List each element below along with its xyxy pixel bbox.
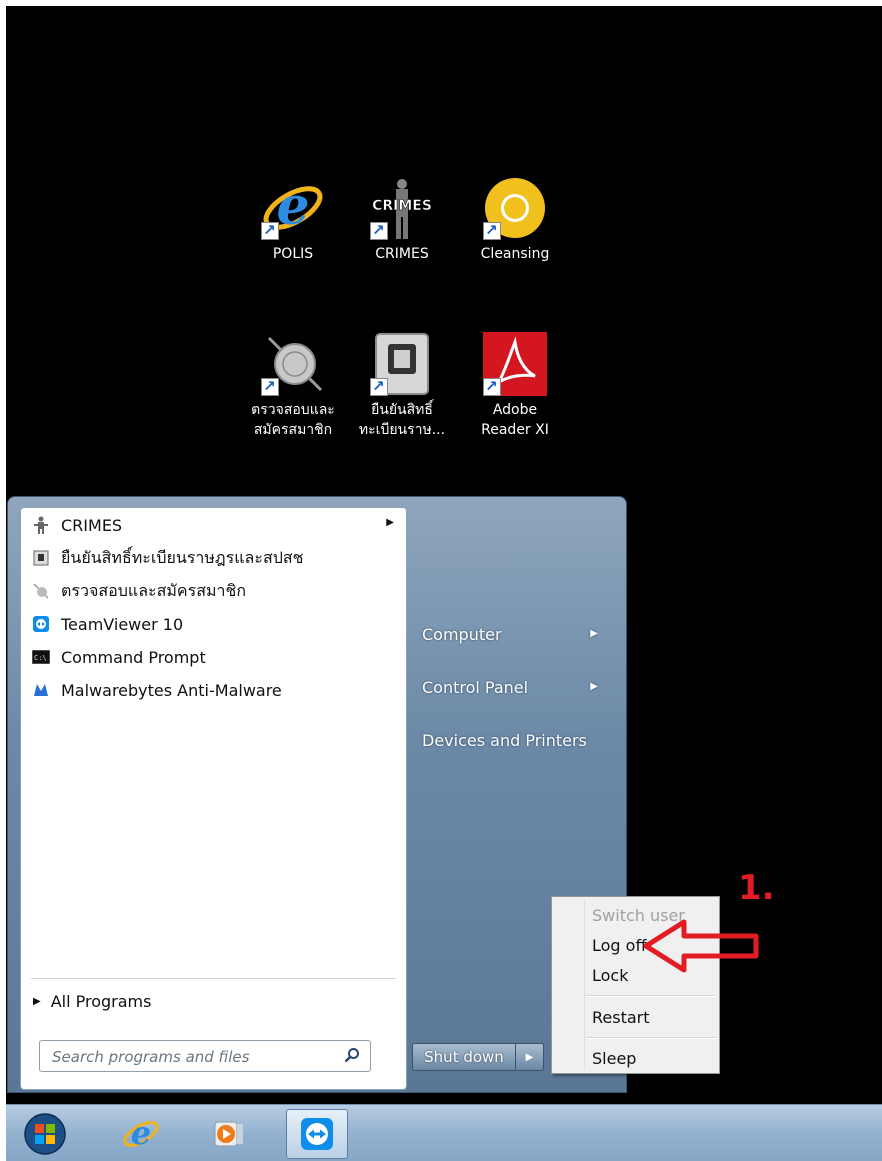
menu-separator: [586, 995, 716, 997]
seal-icon: [31, 582, 51, 600]
menu-separator: [586, 1037, 716, 1039]
desktop-icon-verify-member[interactable]: ตรวจสอบและ สมัครสมาชิก: [238, 330, 348, 440]
program-civil-registration[interactable]: ยืนยันสิทธิ์ทะเบียนราษฎรและสปสช: [25, 543, 400, 573]
annotation-step-number: 1.: [738, 868, 775, 908]
shortcut-arrow-icon: [370, 376, 388, 396]
svg-text:e: e: [276, 176, 309, 237]
desktop-icon-label: Adobe: [492, 402, 538, 418]
command-prompt-icon: C:\: [31, 648, 51, 666]
all-programs-label: All Programs: [50, 991, 152, 1011]
program-malwarebytes[interactable]: Malwarebytes Anti-Malware: [25, 675, 400, 705]
shutdown-label: Shut down: [424, 1048, 504, 1066]
program-label: Command Prompt: [61, 647, 206, 667]
internet-explorer-icon: e: [259, 174, 327, 242]
adobe-reader-icon: [481, 330, 549, 398]
menu-gutter: [584, 900, 585, 1070]
taskbar-teamviewer[interactable]: [286, 1109, 348, 1159]
desktop-icon-label-line2: Reader XI: [481, 422, 549, 438]
menu-item-label: Restart: [592, 1007, 650, 1027]
triangle-right-icon: ▶: [525, 1051, 534, 1063]
all-programs-button[interactable]: ▶ All Programs: [25, 986, 395, 1016]
menu-item-restart[interactable]: Restart: [592, 1004, 716, 1030]
program-label: ตรวจสอบและสมัครสมาชิก: [61, 580, 247, 600]
desktop-icon-label: POLIS: [272, 246, 314, 262]
svg-text:e: e: [131, 1114, 151, 1152]
shortcut-arrow-icon: [261, 376, 279, 396]
malwarebytes-icon: [31, 681, 51, 699]
desktop-icon-label: CRIMES: [375, 246, 429, 262]
start-link-devices-printers[interactable]: Devices and Printers: [422, 723, 612, 757]
crimes-app-icon: CRIMES: [368, 174, 436, 242]
start-menu-programs-pane: CRIMES ▶ ยืนยันสิทธิ์ทะเบียนราษฎรและสปสช…: [20, 507, 407, 1090]
program-label: CRIMES: [61, 515, 123, 535]
program-command-prompt[interactable]: C:\ Command Prompt: [25, 642, 400, 672]
shutdown-options-button[interactable]: ▶: [516, 1043, 544, 1071]
start-link-control-panel[interactable]: Control Panel ▶: [422, 670, 612, 704]
desktop-icon-polis[interactable]: e POLIS: [238, 174, 348, 264]
taskbar: e: [6, 1104, 882, 1161]
desktop-icon-label-line2: สมัครสมาชิก: [253, 422, 333, 438]
crimes-icon: [31, 516, 51, 534]
desktop-icon-cleansing[interactable]: Cleansing: [460, 174, 570, 264]
submenu-arrow-icon: ▶: [590, 681, 598, 692]
submenu-arrow-icon: ▶: [386, 517, 394, 528]
program-label: ยืนยันสิทธิ์ทะเบียนราษฎรและสปสช: [61, 547, 304, 567]
desktop-icon-label: ตรวจสอบและ: [251, 402, 335, 418]
desktop-icon-label: ยืนยันสิทธิ์: [371, 402, 433, 418]
shutdown-button[interactable]: Shut down: [412, 1043, 516, 1071]
start-link-computer[interactable]: Computer ▶: [422, 617, 612, 651]
desktop-icon-civil-registration[interactable]: ยืนยันสิทธิ์ ทะเบียนราษ...: [347, 330, 457, 440]
card-reader-icon: [31, 549, 51, 567]
program-label: Malwarebytes Anti-Malware: [61, 680, 282, 700]
start-orb-icon: [24, 1113, 66, 1155]
separator: [31, 978, 396, 979]
taskbar-media-player[interactable]: [198, 1109, 260, 1159]
search-input[interactable]: [40, 1041, 334, 1073]
shortcut-arrow-icon: [483, 376, 501, 396]
menu-item-sleep[interactable]: Sleep: [592, 1045, 716, 1071]
shortcut-arrow-icon: [483, 220, 501, 240]
card-reader-icon: [368, 330, 436, 398]
start-menu: CRIMES ▶ ยืนยันสิทธิ์ทะเบียนราษฎรและสปสช…: [7, 496, 627, 1093]
program-teamviewer[interactable]: TeamViewer 10: [25, 609, 400, 639]
annotation-arrow-icon: [640, 918, 764, 978]
media-player-icon: [214, 1121, 243, 1147]
desktop-icon-adobe-reader[interactable]: Adobe Reader XI: [460, 330, 570, 440]
seal-icon: [259, 330, 327, 398]
menu-item-label: Log off: [592, 935, 647, 955]
start-link-label: Control Panel: [422, 677, 529, 697]
triangle-right-icon: ▶: [33, 995, 41, 1007]
search-box[interactable]: [39, 1040, 371, 1073]
program-label: TeamViewer 10: [61, 614, 184, 634]
menu-item-label: Sleep: [592, 1048, 637, 1068]
chrome-icon: [481, 174, 549, 242]
desktop-icon-crimes[interactable]: CRIMES CRIMES: [347, 174, 457, 264]
svg-text:C:\: C:\: [34, 654, 47, 662]
teamviewer-icon: [31, 615, 51, 633]
submenu-arrow-icon: ▶: [590, 628, 598, 639]
start-button[interactable]: [14, 1109, 76, 1159]
start-link-label: Computer: [422, 624, 502, 644]
search-icon[interactable]: [344, 1047, 360, 1067]
svg-text:CRIMES: CRIMES: [372, 198, 432, 214]
shortcut-arrow-icon: [370, 220, 388, 240]
desktop-icon-label: Cleansing: [480, 246, 550, 262]
internet-explorer-icon: e: [123, 1114, 159, 1152]
shortcut-arrow-icon: [261, 220, 279, 240]
program-verify-member[interactable]: ตรวจสอบและสมัครสมาชิก: [25, 576, 400, 606]
start-link-label: Devices and Printers: [422, 730, 587, 750]
taskbar-internet-explorer[interactable]: e: [110, 1109, 172, 1159]
desktop-icon-label-line2: ทะเบียนราษ...: [358, 422, 446, 438]
teamviewer-icon: [301, 1118, 333, 1150]
program-crimes[interactable]: CRIMES ▶: [25, 510, 400, 540]
menu-item-label: Lock: [592, 965, 629, 985]
